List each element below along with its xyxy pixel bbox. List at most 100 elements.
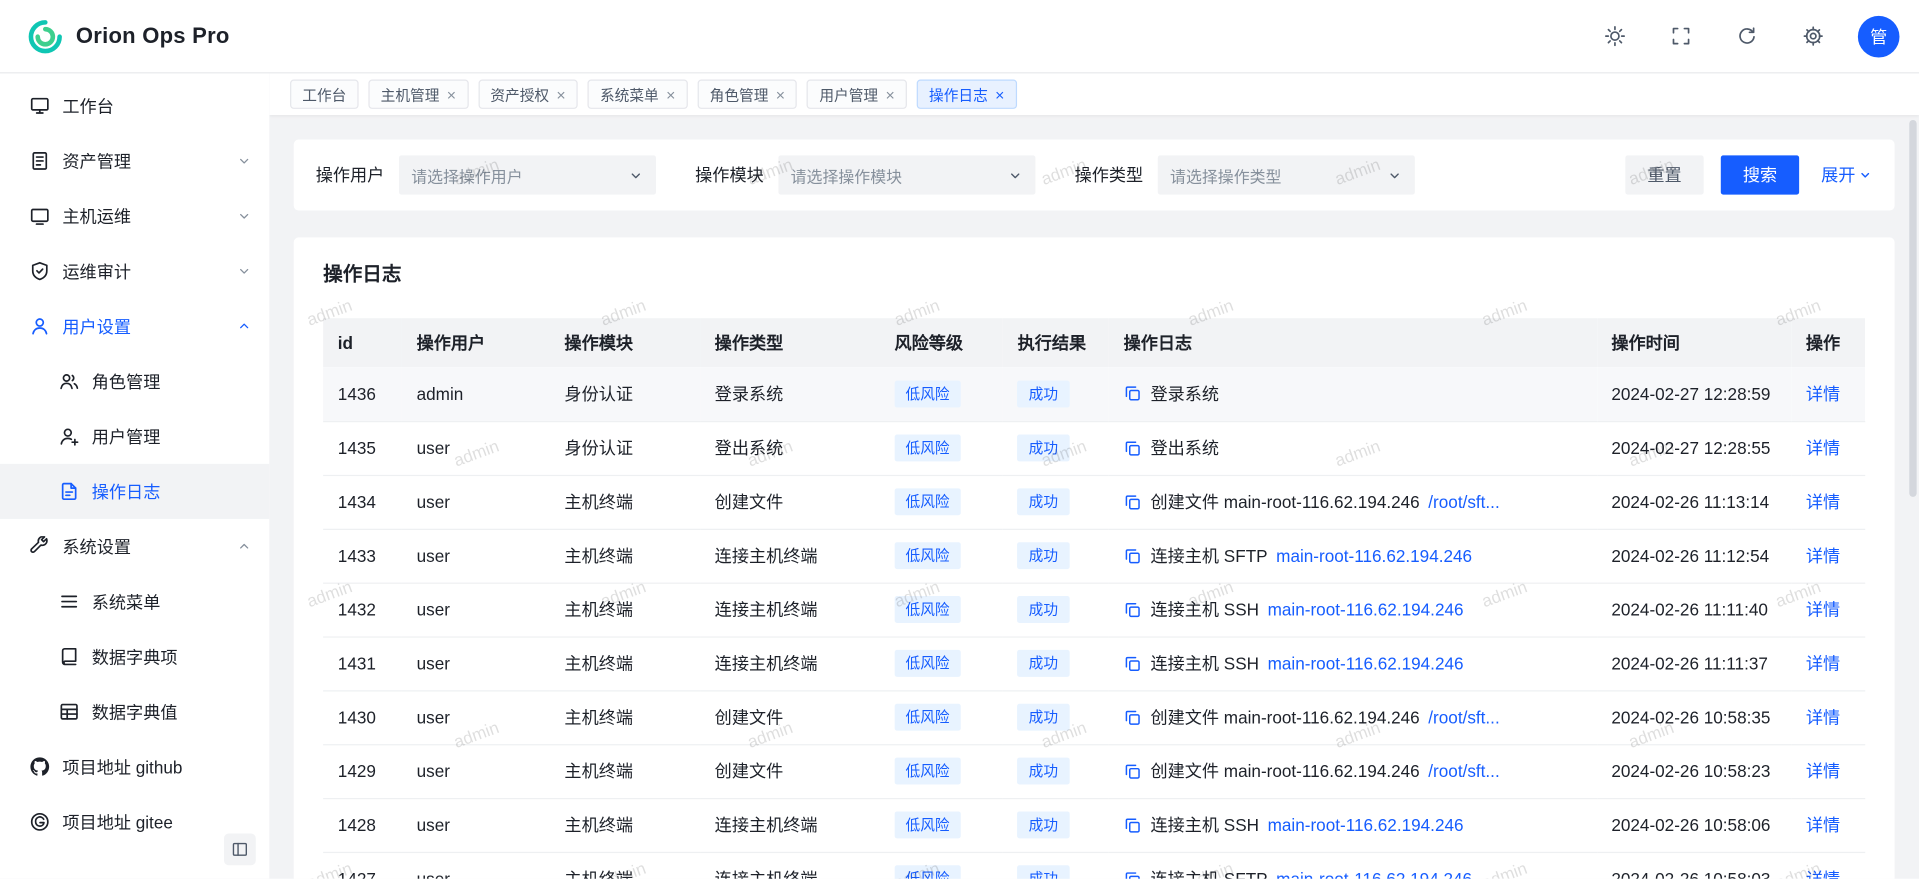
cell-risk: 低风险 <box>880 852 1003 879</box>
avatar[interactable]: 管 <box>1858 15 1900 57</box>
copy-icon[interactable] <box>1124 816 1142 834</box>
cell-log: 登出系统 <box>1109 421 1597 475</box>
cell-result: 成功 <box>1003 367 1109 421</box>
log-link[interactable]: /root/sft... <box>1428 761 1499 781</box>
cell-risk: 低风险 <box>880 421 1003 475</box>
log-link[interactable]: main-root-116.62.194.246 <box>1268 815 1464 835</box>
close-icon[interactable]: × <box>885 86 894 102</box>
cell-module: 主机终端 <box>550 798 700 852</box>
sidebar-item-sys-menu[interactable]: 系统菜单 <box>0 574 269 629</box>
sidebar-item-ops-audit[interactable]: 运维审计 <box>0 244 269 299</box>
refresh-button[interactable] <box>1726 15 1768 57</box>
tab-asset-auth[interactable]: 资产授权× <box>478 80 578 109</box>
column-header-6: 操作日志 <box>1109 318 1597 367</box>
tab-workbench[interactable]: 工作台 <box>290 80 359 109</box>
theme-button[interactable] <box>1594 15 1636 57</box>
cell-action: 详情 <box>1791 744 1865 798</box>
close-icon[interactable]: × <box>666 86 675 102</box>
logo-icon <box>27 18 64 55</box>
copy-icon[interactable] <box>1124 439 1142 457</box>
risk-badge: 低风险 <box>894 380 960 407</box>
copy-icon[interactable] <box>1124 493 1142 511</box>
filter-group-op-user: 操作用户 请选择操作用户 <box>316 155 656 194</box>
scrollbar-thumb[interactable] <box>1909 120 1916 497</box>
brand[interactable]: Orion Ops Pro <box>27 18 230 55</box>
sidebar-item-sys-settings[interactable]: 系统设置 <box>0 519 269 574</box>
log-text: 连接主机 SSH <box>1151 651 1260 675</box>
cell-result: 成功 <box>1003 690 1109 744</box>
detail-link[interactable]: 详情 <box>1806 761 1840 781</box>
sidebar-collapse-button[interactable] <box>224 833 256 865</box>
tab-bar: 工作台主机管理× 资产授权× 系统菜单× 角色管理× 用户管理× 操作日志× <box>269 73 1919 115</box>
filter-bar: 操作用户 请选择操作用户 操作模块 请选择操作模块 <box>294 140 1895 211</box>
detail-link[interactable]: 详情 <box>1806 546 1840 566</box>
log-link[interactable]: main-root-116.62.194.246 <box>1268 654 1464 674</box>
cell-time: 2024-02-26 11:12:54 <box>1597 529 1792 583</box>
log-link[interactable]: /root/sft... <box>1428 707 1499 727</box>
op-user-select[interactable]: 请选择操作用户 <box>399 155 656 194</box>
column-header-4: 风险等级 <box>880 318 1003 367</box>
log-link[interactable]: main-root-116.62.194.246 <box>1276 546 1472 566</box>
sidebar-item-dict-item[interactable]: 数据字典项 <box>0 629 269 684</box>
copy-icon[interactable] <box>1124 762 1142 780</box>
close-icon[interactable]: × <box>447 86 456 102</box>
op-type-select[interactable]: 请选择操作类型 <box>1158 155 1415 194</box>
tab-host-mgmt[interactable]: 主机管理× <box>368 80 468 109</box>
copy-icon[interactable] <box>1124 385 1142 403</box>
detail-link[interactable]: 详情 <box>1806 869 1840 879</box>
cell-id: 1431 <box>323 636 402 690</box>
sidebar-item-dict-value[interactable]: 数据字典值 <box>0 684 269 739</box>
fullscreen-button[interactable] <box>1660 15 1702 57</box>
cell-id: 1433 <box>323 529 402 583</box>
close-icon[interactable]: × <box>776 86 785 102</box>
close-icon[interactable]: × <box>995 86 1004 102</box>
detail-link[interactable]: 详情 <box>1806 492 1840 512</box>
log-link[interactable]: main-root-116.62.194.246 <box>1276 869 1472 879</box>
log-link[interactable]: /root/sft... <box>1428 492 1499 512</box>
detail-link[interactable]: 详情 <box>1806 707 1840 727</box>
detail-link[interactable]: 详情 <box>1806 438 1840 458</box>
copy-icon[interactable] <box>1124 708 1142 726</box>
sidebar-item-user-mgmt[interactable]: 用户管理 <box>0 409 269 464</box>
close-icon[interactable]: × <box>556 86 565 102</box>
chevron-down-icon <box>236 153 252 169</box>
copy-icon[interactable] <box>1124 546 1142 564</box>
cell-user: user <box>402 583 550 637</box>
column-header-0: id <box>323 318 402 367</box>
expand-toggle[interactable]: 展开 <box>1821 163 1872 187</box>
tab-sys-menu[interactable]: 系统菜单× <box>588 80 688 109</box>
detail-link[interactable]: 详情 <box>1806 815 1840 835</box>
cell-action: 详情 <box>1791 421 1865 475</box>
copy-icon[interactable] <box>1124 654 1142 672</box>
sidebar-item-asset-mgmt[interactable]: 资产管理 <box>0 133 269 188</box>
tab-op-log[interactable]: 操作日志× <box>917 80 1017 109</box>
sidebar-item-user-settings[interactable]: 用户设置 <box>0 299 269 354</box>
github-icon <box>29 756 50 777</box>
cell-type: 登录系统 <box>700 367 880 421</box>
table-row: 1436admin身份认证登录系统低风险成功登录系统2024-02-27 12:… <box>323 367 1865 421</box>
op-module-select[interactable]: 请选择操作模块 <box>778 155 1035 194</box>
filter-label: 操作类型 <box>1075 163 1144 187</box>
sidebar-item-host-ops[interactable]: 主机运维 <box>0 188 269 243</box>
detail-link[interactable]: 详情 <box>1806 384 1840 404</box>
log-link[interactable]: main-root-116.62.194.246 <box>1268 600 1464 620</box>
sidebar-item-workbench[interactable]: 工作台 <box>0 78 269 133</box>
reset-button[interactable]: 重置 <box>1625 155 1703 194</box>
copy-icon[interactable] <box>1124 870 1142 879</box>
cell-result: 成功 <box>1003 636 1109 690</box>
sidebar-item-github[interactable]: 项目地址 github <box>0 739 269 794</box>
sidebar-item-role-mgmt[interactable]: 角色管理 <box>0 354 269 409</box>
tab-role-mgmt[interactable]: 角色管理× <box>697 80 797 109</box>
search-button[interactable]: 搜索 <box>1721 155 1799 194</box>
detail-link[interactable]: 详情 <box>1806 600 1840 620</box>
chevron-down-icon <box>236 208 252 224</box>
tab-user-mgmt[interactable]: 用户管理× <box>807 80 907 109</box>
table-row: 1430user主机终端创建文件低风险成功创建文件 main-root-116.… <box>323 690 1865 744</box>
sidebar-item-op-log[interactable]: 操作日志 <box>0 464 269 519</box>
cell-module: 主机终端 <box>550 636 700 690</box>
copy-icon[interactable] <box>1124 600 1142 618</box>
tool-icon <box>29 536 50 557</box>
detail-link[interactable]: 详情 <box>1806 654 1840 674</box>
cell-id: 1434 <box>323 475 402 529</box>
settings-button[interactable] <box>1792 15 1834 57</box>
